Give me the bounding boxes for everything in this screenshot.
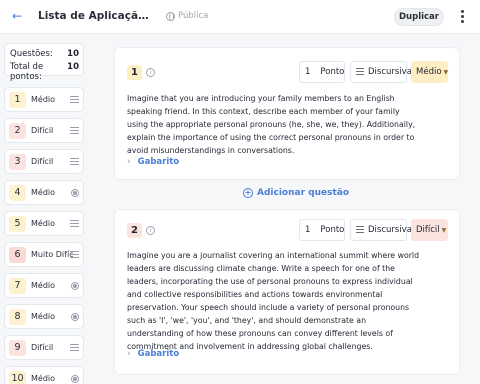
question-type-label: Discursiva — [368, 225, 412, 235]
text-lines-icon — [356, 67, 364, 77]
sidebar-question-number: 9 — [9, 340, 26, 356]
info-icon[interactable]: i — [146, 68, 155, 77]
answer-key-label: Gabarito — [137, 349, 180, 359]
question-number: 2 — [127, 223, 142, 238]
total-points-row: Total de pontos: 10 — [10, 62, 79, 82]
list-summary: Questões: 10 Total de pontos: 10 — [4, 43, 84, 82]
sidebar-question-number: 6 — [9, 247, 26, 263]
radio-icon — [71, 189, 79, 197]
sidebar-question-item[interactable]: 5 Médio — [4, 211, 84, 236]
add-question-label: Adicionar questão — [257, 188, 350, 198]
sidebar-question-number: 4 — [9, 185, 26, 201]
add-question-button[interactable]: + Adicionar questão — [243, 188, 349, 198]
text-lines-icon — [356, 225, 364, 235]
sidebar-difficulty-label: Médio — [31, 374, 56, 383]
question-card: 2 i 1 Ponto Discursiva Difícil ▼ Imagine… — [114, 209, 460, 375]
sidebar-difficulty-label: Difícil — [31, 343, 54, 352]
points-label: Ponto — [320, 225, 345, 235]
text-lines-icon — [70, 96, 79, 104]
sidebar-question-item[interactable]: 9 Difícil — [4, 335, 84, 360]
sidebar-question-item[interactable]: 2 Difícil — [4, 118, 84, 143]
sidebar-difficulty-label: Médio — [31, 188, 56, 197]
chevron-right-icon: › — [127, 157, 131, 167]
chevron-right-icon: › — [127, 349, 131, 359]
sidebar-difficulty-label: Muito Difícil — [31, 250, 73, 259]
question-card: 1 i 1 Ponto Discursiva Médio ▼ Imagine t… — [114, 47, 460, 180]
total-points-value: 10 — [67, 62, 79, 72]
question-text: Imagine you are a journalist covering an… — [127, 251, 420, 351]
difficulty-select[interactable]: Médio ▼ — [411, 61, 448, 83]
visibility-indicator[interactable]: Pública — [166, 11, 208, 21]
radio-icon — [71, 375, 79, 383]
points-field[interactable]: 1 Ponto — [299, 61, 345, 83]
points-field[interactable]: 1 Ponto — [299, 219, 345, 241]
sidebar-question-number: 1 — [9, 92, 26, 108]
answer-key-toggle[interactable]: › Gabarito — [127, 349, 179, 359]
duplicate-button[interactable]: Duplicar — [394, 8, 444, 26]
top-bar: ← Lista de Aplicação | Pronomes Pública … — [0, 0, 480, 34]
question-type-select[interactable]: Discursiva — [350, 61, 412, 83]
chevron-down-icon: ▼ — [441, 226, 447, 234]
radio-icon — [71, 313, 79, 321]
sidebar-question-number: 8 — [9, 309, 26, 325]
sidebar-difficulty-label: Médio — [31, 219, 56, 228]
questions-count-label: Questões: — [10, 49, 53, 59]
page-title: Lista de Aplicação | Pronomes — [38, 10, 154, 22]
points-value: 1 — [305, 225, 311, 235]
question-text: Imagine that you are introducing your fa… — [127, 94, 416, 155]
globe-icon — [166, 11, 175, 21]
sidebar-question-item[interactable]: 10 Médio — [4, 366, 84, 384]
questions-count-row: Questões: 10 — [10, 49, 79, 59]
plus-circle-icon: + — [243, 188, 253, 198]
sidebar-question-number: 5 — [9, 216, 26, 232]
text-lines-icon — [70, 158, 79, 166]
answer-key-label: Gabarito — [137, 157, 180, 167]
sidebar-question-item[interactable]: 8 Médio — [4, 304, 84, 329]
sidebar-question-number: 7 — [9, 278, 26, 294]
text-lines-icon — [70, 344, 79, 352]
sidebar-difficulty-label: Difícil — [31, 157, 54, 166]
sidebar-question-number: 3 — [9, 154, 26, 170]
more-options-icon[interactable] — [458, 9, 466, 25]
question-number: 1 — [127, 65, 142, 80]
points-value: 1 — [305, 67, 311, 77]
sidebar-question-item[interactable]: 4 Médio — [4, 180, 84, 205]
difficulty-label: Difícil — [416, 225, 440, 235]
back-arrow-icon[interactable]: ← — [10, 9, 24, 23]
question-type-label: Discursiva — [368, 67, 412, 77]
difficulty-label: Médio — [416, 67, 442, 77]
text-lines-icon — [70, 251, 79, 259]
answer-key-toggle[interactable]: › Gabarito — [127, 157, 179, 167]
sidebar-question-item[interactable]: 7 Médio — [4, 273, 84, 298]
sidebar-question-item[interactable]: 3 Difícil — [4, 149, 84, 174]
questions-count-value: 10 — [67, 49, 79, 59]
sidebar-question-number: 10 — [9, 371, 26, 384]
info-icon[interactable]: i — [146, 226, 155, 235]
question-type-select[interactable]: Discursiva — [350, 219, 412, 241]
sidebar-difficulty-label: Difícil — [31, 126, 54, 135]
sidebar-question-number: 2 — [9, 123, 26, 139]
sidebar-difficulty-label: Médio — [31, 95, 56, 104]
sidebar-difficulty-label: Médio — [31, 281, 56, 290]
chevron-down-icon: ▼ — [443, 68, 449, 76]
sidebar-question-item[interactable]: 1 Médio — [4, 87, 84, 112]
points-label: Ponto — [320, 67, 345, 77]
sidebar-difficulty-label: Médio — [31, 312, 56, 321]
radio-icon — [71, 282, 79, 290]
text-lines-icon — [70, 127, 79, 135]
sidebar-question-item[interactable]: 6 Muito Difícil — [4, 242, 84, 267]
difficulty-select[interactable]: Difícil ▼ — [411, 219, 448, 241]
text-lines-icon — [70, 220, 79, 228]
visibility-label: Pública — [178, 11, 209, 21]
total-points-label: Total de pontos: — [10, 62, 44, 82]
